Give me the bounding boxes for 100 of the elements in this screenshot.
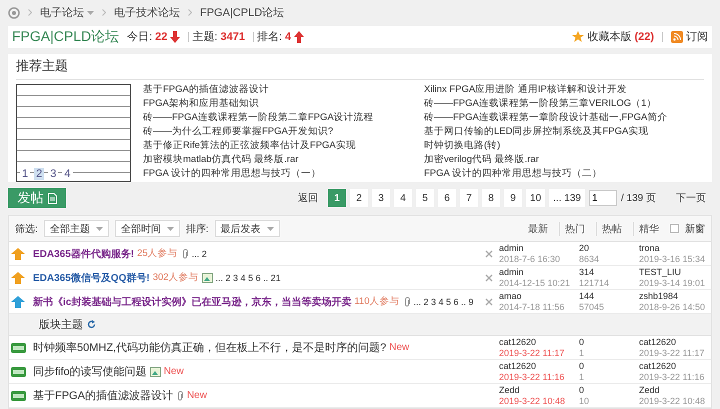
page-button[interactable]: 3: [372, 189, 390, 208]
breadcrumb-link[interactable]: FPGA|CPLD论坛: [200, 5, 284, 20]
page-button[interactable]: ... 139: [549, 189, 585, 208]
filter-tab[interactable]: 热帖: [596, 222, 627, 236]
post-date: 2019-3-22 11:16: [499, 372, 566, 382]
page-links[interactable]: ... 2 3 4 5 6 .. 21: [216, 272, 281, 282]
paperclip-icon: [402, 296, 410, 306]
topic-link[interactable]: 砖——FPGA连载课程第一阶段第三章VERILOG（1）: [424, 98, 704, 112]
thread-title[interactable]: 新书《ic封装基础与工程设计实例》已在亚马逊，京东，当当等卖场开卖: [33, 294, 352, 308]
new-thread-icon: [11, 342, 26, 352]
topic-link[interactable]: 基于网口传输的LED同步屏控制系统及其FPGA实现: [424, 126, 704, 140]
author[interactable]: admin: [499, 242, 579, 254]
topic-link[interactable]: 加密verilog代码 最终版.rar: [424, 154, 704, 168]
last-post-date: 2019-3-14 19:01: [639, 278, 706, 288]
topic-link[interactable]: FPGA 设计的四种常用思想与技巧（二）: [424, 168, 704, 182]
topic-link[interactable]: 基于修正Rife算法的正弦波频率估计及FPGA实现: [143, 140, 424, 154]
page-button[interactable]: 8: [482, 189, 500, 208]
reply-count: 0: [579, 360, 586, 372]
post-date: 2014-12-15 10:21: [499, 278, 572, 288]
stat-label: 今日:: [127, 30, 152, 44]
thread-title[interactable]: 时钟频率50MHZ,代码功能仿真正确，但在板上不行，是不是时序的问题?: [33, 340, 386, 355]
last-poster[interactable]: trona: [639, 242, 711, 254]
topic-link[interactable]: 时钟切换电路(转): [424, 140, 704, 154]
filter-tab[interactable]: 热门: [559, 222, 590, 236]
refresh-icon[interactable]: [87, 320, 96, 329]
topic-link[interactable]: 基于FPGA的插值滤波器设计: [143, 84, 424, 98]
caret-icon: [266, 226, 274, 230]
thread-title[interactable]: 基于FPGA的插值滤波器设计: [33, 388, 173, 403]
stat-value: 22: [155, 30, 168, 43]
paperclip-icon: [176, 390, 184, 400]
page-button[interactable]: 9: [504, 189, 522, 208]
checkbox[interactable]: [670, 224, 679, 233]
home-icon[interactable]: [8, 6, 20, 19]
author[interactable]: admin: [499, 266, 579, 278]
author[interactable]: cat12620: [499, 336, 579, 348]
stat-value: 3471: [220, 30, 245, 43]
slide-number[interactable]: 3: [48, 168, 58, 180]
topic-link[interactable]: FPGA架构和应用基础知识: [143, 98, 424, 112]
new-label: New: [164, 366, 184, 377]
slide-number[interactable]: 1: [20, 168, 30, 180]
page-button[interactable]: 2: [350, 189, 368, 208]
filter-tab[interactable]: 精华: [633, 222, 664, 236]
thread-title[interactable]: EDA365器件代购服务!: [33, 246, 134, 260]
last-poster[interactable]: Zedd: [639, 384, 711, 396]
breadcrumb-link[interactable]: 电子论坛: [40, 5, 94, 20]
post-button[interactable]: 发帖: [8, 188, 66, 208]
last-poster[interactable]: cat12620: [639, 336, 711, 348]
page-links[interactable]: ... 2 3 4 5 6 .. 9: [414, 296, 474, 306]
last-poster[interactable]: zshb1984: [639, 290, 711, 302]
author[interactable]: Zedd: [499, 384, 579, 396]
slide-number[interactable]: 2: [34, 168, 44, 180]
chevron-icon: [28, 9, 32, 16]
filter-select[interactable]: 全部主题: [44, 220, 109, 237]
breadcrumb-link[interactable]: 电子技术论坛: [114, 5, 180, 20]
last-poster[interactable]: cat12620: [639, 360, 711, 372]
close-icon[interactable]: [485, 250, 493, 258]
filter-tab[interactable]: 最新: [523, 222, 553, 236]
new-label: New: [389, 342, 410, 353]
topic-link[interactable]: Xilinx FPGA应用进阶 通用IP核详解和设计开发: [424, 84, 704, 98]
page-button[interactable]: 10: [526, 189, 546, 208]
page-button[interactable]: 7: [460, 189, 478, 208]
page-button[interactable]: 1: [328, 189, 346, 208]
topic-link[interactable]: 加密模块matlab仿真代码 最终版.rar: [143, 154, 424, 168]
slide-number[interactable]: 4: [62, 168, 72, 180]
last-post-date: 2019-3-22 11:16: [639, 372, 706, 382]
thread-title[interactable]: EDA365微信号及QQ群号!: [33, 270, 150, 284]
page-button[interactable]: 4: [394, 189, 412, 208]
close-icon[interactable]: [485, 298, 493, 306]
topic-link[interactable]: FPGA 设计的四种常用思想与技巧（一）: [143, 168, 424, 182]
new-thread-icon: [11, 366, 26, 376]
filter-select[interactable]: 全部时间: [114, 220, 180, 237]
author[interactable]: cat12620: [499, 360, 579, 372]
new-thread-icon: [11, 390, 26, 400]
image-icon: [202, 272, 213, 282]
topic-link[interactable]: 砖——为什么工程师要掌握FPGA开发知识?: [143, 126, 424, 140]
last-poster[interactable]: TEST_LIU: [639, 266, 711, 278]
rss-icon: [671, 30, 683, 43]
back-link[interactable]: 返回: [292, 191, 324, 206]
reply-count: 20: [579, 242, 590, 254]
last-post-date: 2019-3-22 11:17: [639, 348, 706, 358]
next-page-link[interactable]: 下一页: [660, 191, 712, 206]
post-date: 2019-3-22 10:48: [499, 396, 566, 406]
page-button[interactable]: 6: [438, 189, 456, 208]
page-button[interactable]: 5: [416, 189, 434, 208]
topic-link[interactable]: 砖——FPGA连载课程第一阶段第二章FPGA设计流程: [143, 112, 424, 126]
subscribe-link[interactable]: 订阅: [686, 29, 708, 44]
close-icon[interactable]: [485, 274, 493, 282]
topic-link[interactable]: 砖——FPGA连载课程第一章阶段设计基础一,FPGA简介: [424, 112, 704, 126]
favorite-link[interactable]: 收藏本版: [587, 29, 632, 44]
thread-title[interactable]: 同步fifo的读写使能问题: [33, 364, 147, 379]
last-post-date: 2018-9-26 14:50: [639, 302, 706, 312]
page-links[interactable]: ... 2: [192, 248, 207, 258]
view-count: 10: [579, 396, 590, 406]
page-input[interactable]: 1: [588, 190, 617, 206]
participants: 302人参与: [152, 271, 199, 284]
filter-label: 筛选:: [15, 222, 38, 236]
view-count: 1: [579, 372, 586, 382]
participants: 25人参与: [137, 247, 178, 260]
sort-select[interactable]: 最后发表: [214, 220, 280, 237]
author[interactable]: amao: [499, 290, 579, 302]
